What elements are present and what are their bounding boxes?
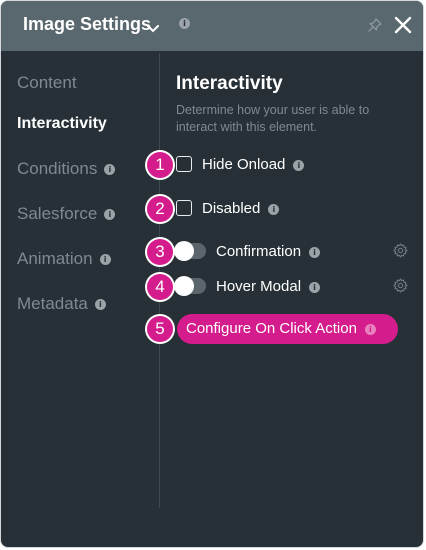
step-marker: 5 xyxy=(147,316,173,342)
section-description: Determine how your user is able to inter… xyxy=(176,103,370,134)
confirmation-option: Confirmation i xyxy=(174,241,321,261)
sidebar-item-interactivity[interactable]: Interactivity xyxy=(17,115,107,133)
button-label: Configure On Click Action xyxy=(186,320,357,337)
info-icon: i xyxy=(104,164,116,175)
sidebar-item-conditions[interactable]: Conditions i xyxy=(17,159,116,179)
sidebar-item-metadata[interactable]: Metadata i xyxy=(17,294,106,314)
hide-onload-option: Hide Onload i xyxy=(176,156,305,173)
image-settings-panel: Image Settings i Content Interactivity C… xyxy=(0,0,424,548)
info-icon: i xyxy=(94,299,106,310)
sidebar-item-label: Conditions xyxy=(17,159,98,178)
disabled-checkbox[interactable] xyxy=(176,200,192,216)
sidebar-item-content[interactable]: Content xyxy=(17,73,77,93)
toggle-knob xyxy=(174,241,194,261)
step-marker: 1 xyxy=(147,152,173,178)
info-icon: i xyxy=(104,209,116,220)
info-icon: i xyxy=(364,324,376,335)
option-label: Disabled xyxy=(202,200,261,217)
step-marker: 4 xyxy=(147,274,173,300)
sidebar-item-label: Animation xyxy=(17,249,93,268)
option-label: Hide Onload xyxy=(202,156,286,173)
section-title: Interactivity xyxy=(176,73,283,94)
info-icon: i xyxy=(309,247,321,258)
option-label: Hover Modal xyxy=(216,278,302,295)
hover-modal-option: Hover Modal i xyxy=(174,276,321,296)
info-icon: i xyxy=(309,282,321,293)
sidebar-item-label: Salesforce xyxy=(17,204,98,223)
step-marker: 3 xyxy=(147,239,173,265)
chevron-down-icon[interactable] xyxy=(147,20,159,38)
configure-on-click-action-button[interactable]: Configure On Click Action i xyxy=(177,314,398,344)
option-label: Confirmation xyxy=(216,243,302,260)
info-icon: i xyxy=(268,204,280,215)
gear-icon[interactable] xyxy=(393,243,408,263)
confirmation-toggle[interactable] xyxy=(174,241,206,261)
pin-icon[interactable] xyxy=(367,17,383,38)
sidebar-item-label: Interactivity xyxy=(17,115,107,132)
info-icon: i xyxy=(99,254,111,265)
info-icon: i xyxy=(293,160,305,171)
sidebar-item-label: Content xyxy=(17,73,77,92)
close-icon[interactable] xyxy=(394,16,412,39)
sidebar-item-salesforce[interactable]: Salesforce i xyxy=(17,204,116,224)
disabled-option: Disabled i xyxy=(176,200,280,217)
panel-header: Image Settings i xyxy=(1,1,423,51)
hide-onload-checkbox[interactable] xyxy=(176,156,192,172)
hover-modal-toggle[interactable] xyxy=(174,276,206,296)
sidebar-item-label: Metadata xyxy=(17,294,88,313)
gear-icon[interactable] xyxy=(393,278,408,298)
toggle-knob xyxy=(174,276,194,296)
step-marker: 2 xyxy=(147,196,173,222)
info-icon: i xyxy=(179,18,190,29)
sidebar-item-animation[interactable]: Animation i xyxy=(17,249,111,269)
panel-title[interactable]: Image Settings xyxy=(23,14,151,35)
